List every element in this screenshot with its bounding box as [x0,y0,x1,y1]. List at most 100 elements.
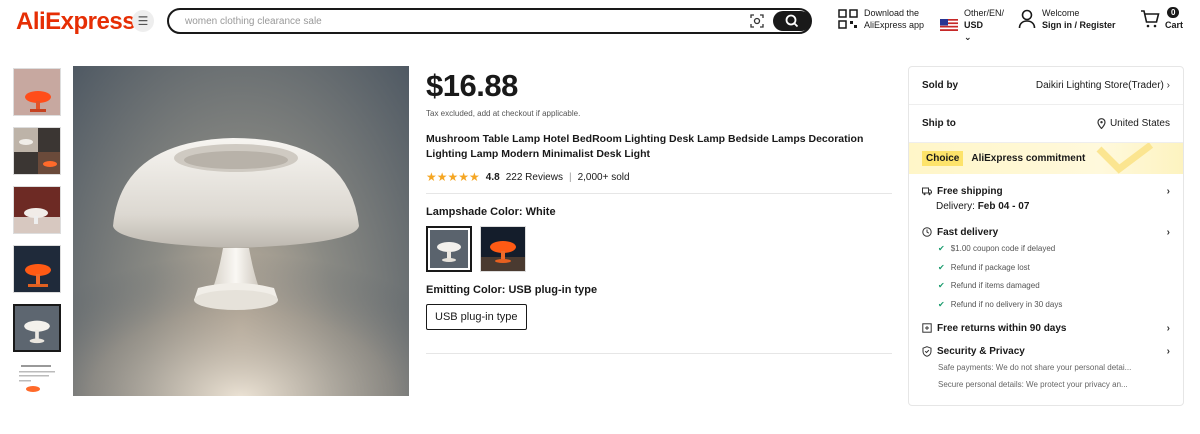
lampshade-swatches [426,226,892,272]
product-info: $16.88 Tax excluded, add at checkout if … [426,66,892,354]
store-link[interactable]: Daikiri Lighting Store(Trader) [1036,80,1164,91]
shipping-section[interactable]: Free shipping › Delivery: Feb 04 - 07 [909,174,1183,212]
delivery-info: Delivery: Feb 04 - 07 [922,201,1170,212]
return-box-icon [922,323,932,333]
app-line2: AliExpress app [864,20,925,30]
fast-item: ✔ Refund if package lost [922,259,1170,278]
swatch-orange[interactable] [480,226,526,272]
search-input[interactable] [185,13,745,29]
menu-icon[interactable]: ☰ [132,10,154,32]
cart-label: Cart [1165,20,1184,30]
shield-icon [922,345,932,357]
locale-line2: USD ⌄ [964,19,1004,43]
cart-count-badge: 0 [1167,7,1180,18]
us-flag-icon [940,19,958,31]
check-icon: ✔ [938,262,945,272]
store-name: Daikiri Lighting Store(Trader) › [1036,80,1170,91]
thumbnail-1[interactable] [13,68,61,116]
top-header: AliExpress ☰ Download the AliExpress app [0,0,1200,44]
free-shipping-row: Free shipping › [922,183,1170,199]
free-returns-label: Free returns within 90 days [937,322,1067,334]
security-label: Security & Privacy [937,345,1025,357]
sold-by-row[interactable]: Sold by Daikiri Lighting Store(Trader) › [909,67,1183,105]
chevron-right-icon: › [1166,226,1170,238]
rating-value: 4.8 [485,171,500,183]
check-icon: ✔ [938,299,945,309]
fast-item: ✔ Refund if no delivery in 30 days [922,296,1170,315]
check-icon: ✔ [938,244,945,253]
thumbnail-5[interactable] [13,304,61,352]
fast-item-text: $1.00 coupon code if delayed [950,244,1056,253]
locale-line1: Other/EN/ [964,8,1005,18]
tax-note: Tax excluded, add at checkout if applica… [426,109,581,118]
check-icon: ✔ [938,281,945,290]
free-returns-section[interactable]: Free returns within 90 days › [909,314,1183,336]
thumbnail-3[interactable] [13,186,61,234]
ship-to-country: United States [1109,118,1170,129]
image-search-icon[interactable] [749,13,765,29]
security-section[interactable]: Security & Privacy › Safe payments: We d… [909,336,1183,393]
choice-commitment-banner: Choice AliExpress commitment [909,143,1183,174]
location-pin-icon [1097,118,1106,129]
lampshade-color-label: Lampshade Color: White [426,206,556,218]
fast-item-text: Refund if items damaged [950,281,1040,290]
rating-row: ★★★★★ 4.8 222 Reviews | 2,000+ sold [426,170,892,184]
fast-item: ✔ $1.00 coupon code if delayed [922,240,1170,259]
star-rating-icon: ★★★★★ [426,170,480,184]
divider [426,353,892,354]
thumbnail-6[interactable] [13,363,61,393]
delivery-label: Delivery: [936,201,975,212]
locale-selector[interactable]: Other/EN/USD ⌄ [940,7,1004,43]
aliexpress-logo[interactable]: AliExpress [16,8,136,36]
clock-icon [922,227,932,237]
rating-divider: | [568,171,572,183]
download-app-link[interactable]: Download the AliExpress app [838,7,924,31]
user-icon [1018,9,1036,29]
free-shipping-label: Free shipping [937,185,1003,197]
fast-item-text: Refund if no delivery in 30 days [950,299,1063,309]
divider [426,193,892,194]
fast-item: ✔ Refund if items damaged [922,277,1170,296]
security-row: Security & Privacy › [922,343,1170,359]
security-item: Safe payments: We do not share your pers… [938,363,1132,372]
delivery-dates: Feb 04 - 07 [977,201,1030,212]
cart-icon [1141,10,1160,28]
purchase-panel: Sold by Daikiri Lighting Store(Trader) ›… [908,66,1184,406]
choice-badge: Choice [922,151,964,166]
commitment-title: AliExpress commitment [971,153,1086,164]
qr-code-icon [838,9,858,29]
sold-count: 2,000+ sold [577,171,630,183]
chevron-right-icon: › [1166,322,1170,334]
thumbnail-strip [13,68,61,404]
chevron-right-icon: › [1166,80,1170,91]
security-item: Secure personal details: We protect your… [938,380,1128,389]
account-line2: Sign in / Register [1042,20,1116,30]
thumbnail-2[interactable] [13,127,61,175]
fast-item-text: Refund if package lost [950,262,1030,272]
product-title: Mushroom Table Lamp Hotel BedRoom Lighti… [426,133,864,160]
chevron-right-icon: › [1166,185,1170,197]
checkmark-watermark-icon [1096,143,1154,174]
currency: USD [964,20,984,30]
app-line1: Download the [864,8,920,18]
main-product-image[interactable] [73,66,409,396]
free-returns-row: Free returns within 90 days › [922,320,1170,336]
ship-to-label: Ship to [922,118,956,129]
fast-delivery-row: Fast delivery › [922,224,1170,240]
search-button[interactable] [773,11,811,31]
swatch-white[interactable] [426,226,472,272]
usb-plug-in-option[interactable]: USB plug-in type [426,304,527,330]
thumbnail-4[interactable] [13,245,61,293]
fast-delivery-section[interactable]: Fast delivery › ✔ $1.00 coupon code if de… [909,212,1183,314]
chevron-right-icon: › [1166,345,1170,357]
mushroom-lamp-image [73,138,409,396]
emitting-color-label: Emitting Color: USB plug-in type [426,284,598,296]
account-line1: Welcome [1042,8,1080,18]
reviews-link[interactable]: 222 Reviews [506,172,563,183]
ship-to-row[interactable]: Ship to United States [909,105,1183,143]
product-price: $16.88 [426,68,518,103]
search-bar [167,8,812,34]
cart-link[interactable] [1140,10,1160,28]
logo-text: AliExpress [16,8,136,35]
account-link[interactable]: Welcome Sign in / Register [1018,7,1116,31]
